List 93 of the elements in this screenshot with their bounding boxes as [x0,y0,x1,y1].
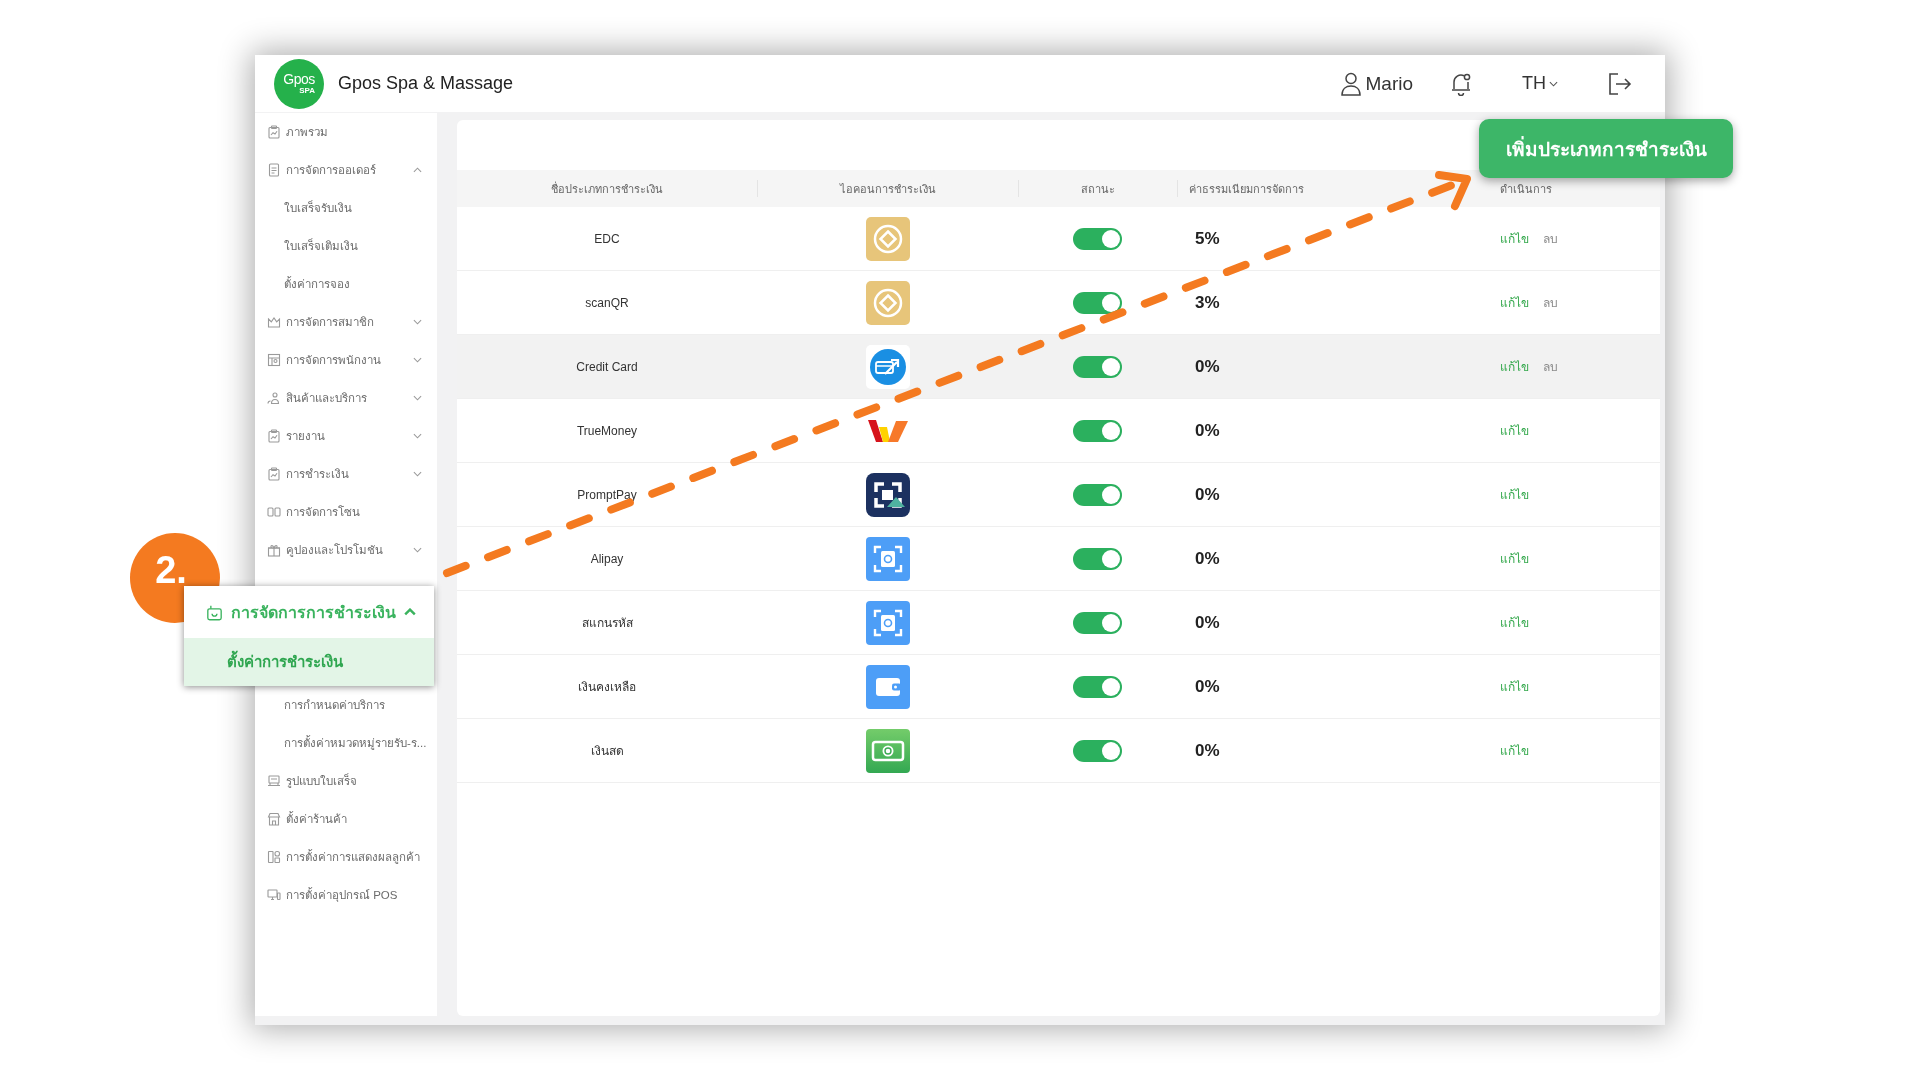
payment-name: PromptPay [577,487,637,502]
scan-frame-icon [865,600,910,645]
language-selector[interactable]: TH [1522,73,1558,94]
status-toggle[interactable] [1073,547,1122,570]
edit-link[interactable]: แก้ไข [1500,613,1529,632]
sidebar-item[interactable]: ภาพรวม [255,113,437,151]
fee-value: 5% [1195,228,1220,248]
edit-link[interactable]: แก้ไข [1500,421,1529,440]
payment-name: Alipay [590,551,624,566]
sidebar-item[interactable]: รูปแบบใบเสร็จ [255,762,437,800]
sidebar-subitem[interactable]: ตั้งค่าการจอง [255,265,437,303]
edit-link[interactable]: แก้ไข [1500,741,1529,760]
user-menu[interactable]: Mario [1341,71,1413,96]
status-toggle[interactable] [1073,483,1122,506]
wallet-icon [865,664,910,709]
sidebar-subitem[interactable]: การกำหนดค่าบริการ [255,686,437,724]
status-toggle[interactable] [1073,419,1122,442]
sidebar-group[interactable]: สินค้าและบริการ [255,379,437,417]
logo-tagline: SPA [299,86,315,95]
fee-value: 0% [1195,740,1220,760]
edit-link[interactable]: แก้ไข [1500,229,1529,248]
payment-name: scanQR [585,295,629,310]
banknote-icon [865,728,910,773]
two-panels-icon [267,505,281,519]
chevron-down-icon [1549,80,1558,87]
scan-frame-icon [865,536,910,581]
logout-icon[interactable] [1608,72,1632,95]
payment-name: สแกนรหัส [581,615,633,632]
sidebar-group[interactable]: การชำระเงิน [255,455,437,493]
sidebar-group[interactable]: การจัดการออเดอร์ [255,151,437,189]
status-toggle[interactable] [1073,739,1122,762]
app-title: Gpos Spa & Massage [338,73,514,94]
sidebar-group[interactable]: การจัดการสมาชิก [255,303,437,341]
edit-link[interactable]: แก้ไข [1500,485,1529,504]
payment-name: EDC [594,231,620,246]
sidebar-subitem[interactable]: ใบเสร็จรับเงิน [255,189,437,227]
edit-link[interactable]: แก้ไข [1500,549,1529,568]
column-header: ดำเนินการ [1500,181,1552,197]
fee-value: 0% [1195,484,1220,504]
delete-link[interactable]: ลบ [1543,293,1558,312]
sidebar-group[interactable]: คูปองและโปรโมชัน [255,531,437,569]
status-toggle[interactable] [1073,355,1122,378]
fee-value: 0% [1195,420,1220,440]
edit-link[interactable]: แก้ไข [1500,677,1529,696]
store-icon [267,812,281,826]
document-icon [267,163,281,177]
column-header: ชื่อประเภทการชำระเงิน [551,180,663,197]
clipboard-chart-icon [267,467,281,481]
clipboard-chart-icon [267,125,281,139]
crown-icon [267,315,281,329]
w-shape-icon [867,418,908,443]
payment-name: TrueMoney [576,423,638,438]
payment-name: เงินสด [590,743,624,760]
fee-value: 0% [1195,612,1220,632]
sidebar-item[interactable]: การตั้งค่าอุปกรณ์ POS [255,876,437,914]
fee-value: 0% [1195,676,1220,696]
column-header: สถานะ [1080,181,1115,197]
edit-link[interactable]: แก้ไข [1500,293,1529,312]
sidebar-item[interactable]: การจัดการโซน [255,493,437,531]
fee-value: 0% [1195,548,1220,568]
fee-value: 0% [1195,356,1220,376]
bag-icon [206,603,223,621]
payment-name: Credit Card [576,359,638,374]
notification-bell-icon[interactable] [1450,71,1472,96]
image-scan-icon [865,472,910,517]
laptop-icon [267,774,281,788]
sidebar-subitem[interactable]: ใบเสร็จเติมเงิน [255,227,437,265]
fee-value: 3% [1195,292,1220,312]
delete-link[interactable]: ลบ [1543,229,1558,248]
coin-icon [865,280,910,325]
sidebar-subitem[interactable]: การตั้งค่าหมวดหมู่รายรับ-ร... [255,724,437,762]
monitor-icon [267,888,281,902]
layout-icon [267,850,281,864]
payment-name: เงินคงเหลือ [578,679,636,696]
status-toggle[interactable] [1073,675,1122,698]
people-icon [267,391,281,405]
logo-wordmark: Gpos [283,72,315,86]
sidebar-group[interactable]: การจัดการพนักงาน [255,341,437,379]
sidebar-item[interactable]: ตั้งค่าร้านค้า [255,800,437,838]
status-toggle[interactable] [1073,291,1122,314]
coin-icon [865,216,910,261]
status-toggle[interactable] [1073,611,1122,634]
user-icon [1341,71,1362,96]
sidebar-group[interactable]: รายงาน [255,417,437,455]
column-header: ค่าธรรมเนียมการจัดการ [1189,181,1304,197]
gift-icon [267,543,281,557]
id-card-icon [267,353,281,367]
clipboard-chart-icon [267,429,281,443]
column-header: ไอคอนการชำระเงิน [839,181,936,197]
status-toggle[interactable] [1073,227,1122,250]
credit-card-icon [865,344,910,389]
delete-link[interactable]: ลบ [1543,357,1558,376]
sidebar-item[interactable]: การตั้งค่าการแสดงผลลูกค้า [255,838,437,876]
